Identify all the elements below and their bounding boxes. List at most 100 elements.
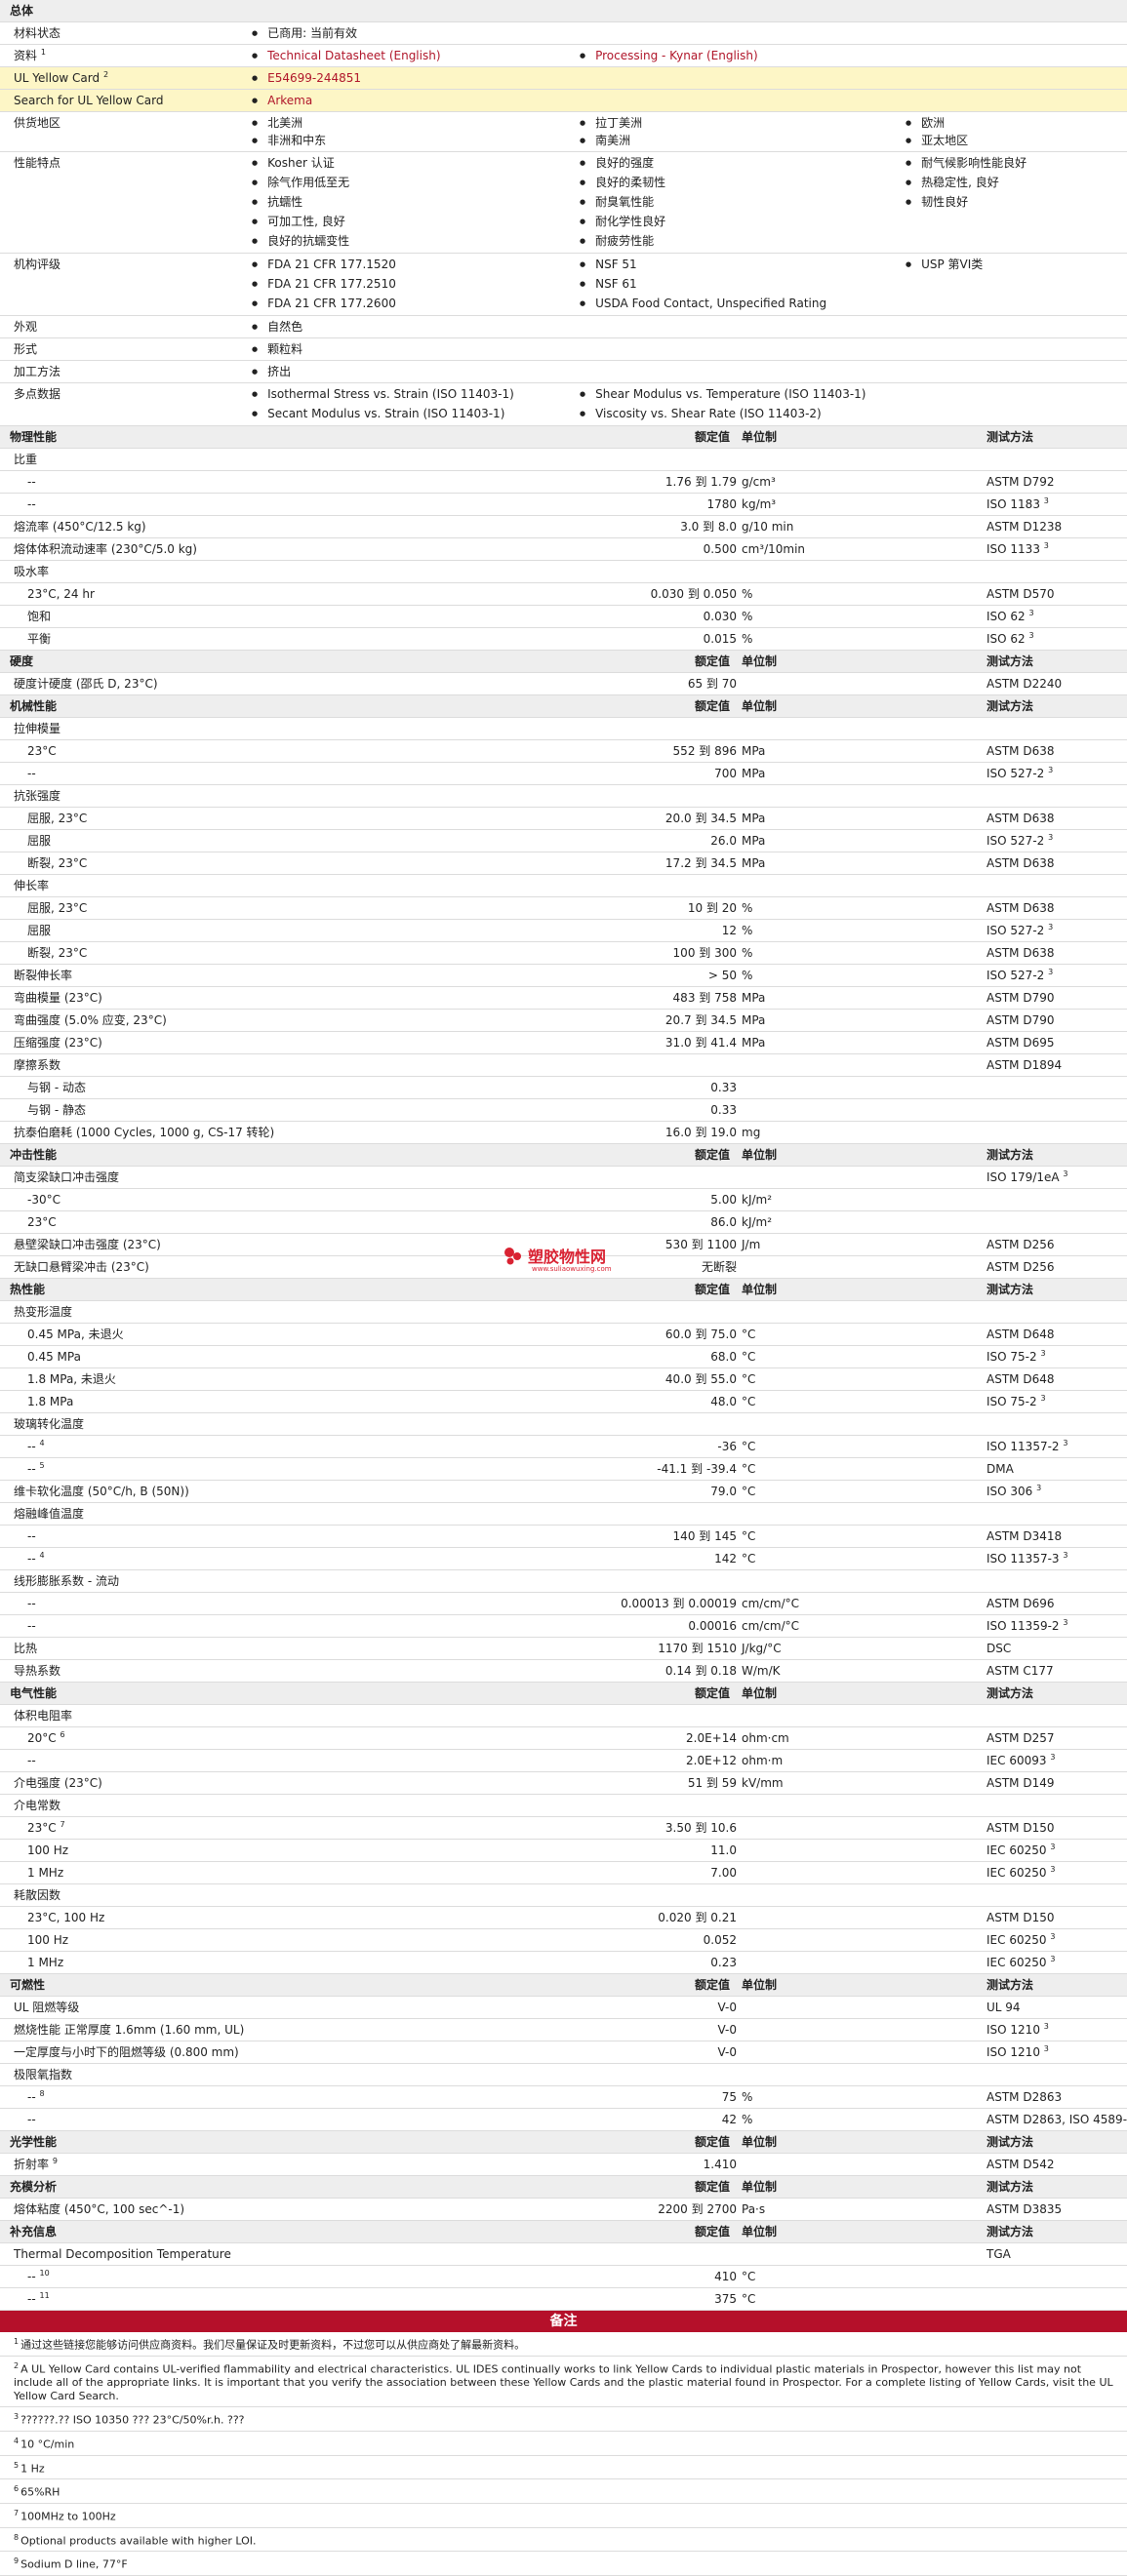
row-appearance: 外观 自然色 — [0, 316, 1127, 338]
group-row: 体积电阻率 — [0, 1705, 1127, 1727]
notes-list: 1 通过这些链接您能够访问供应商资料。我们尽量保证及时更新资料，不过您可以从供应商… — [0, 2332, 1127, 2576]
column-header-test: 测试方法 — [986, 1686, 1034, 1700]
label-text: 0.45 MPa — [27, 1350, 81, 1364]
table-row: 与钢 - 静态 0.33 — [0, 1099, 1127, 1122]
multipoint-link[interactable]: Isothermal Stress vs. Strain (ISO 11403-… — [252, 387, 514, 403]
nominal-value: -41.1 到 -39.4 — [657, 1462, 737, 1476]
footnote-ref: 5 — [39, 1461, 45, 1470]
supplier-link[interactable]: Arkema — [252, 94, 312, 109]
table-row: -- 140 到 145 °C ASTM D3418 — [0, 1526, 1127, 1548]
property-label: 耗散因数 — [14, 1888, 60, 1902]
property-label: 压缩强度 (23°C) — [14, 1036, 102, 1050]
list-item: 韧性良好 — [906, 195, 968, 211]
test-method: ASTM D256 — [986, 1238, 1054, 1251]
nominal-value: 10 到 20 — [687, 901, 737, 915]
unit: g/10 min — [742, 520, 794, 534]
footnote-ref: 3 — [1036, 1484, 1042, 1492]
section-header: 冲击性能 额定值 单位制 测试方法 — [0, 1144, 1127, 1167]
footnote-ref: 8 — [39, 2089, 45, 2098]
section-header: 物理性能 额定值 单位制 测试方法 — [0, 426, 1127, 449]
label-text: 电气性能 — [10, 1686, 58, 1700]
test-method: ISO 179/1eA 3 — [986, 1170, 1068, 1185]
column-header-unit: 单位制 — [742, 1283, 778, 1296]
column-header-test: 测试方法 — [986, 1148, 1034, 1162]
list-item: 良好的抗蠕变性 — [252, 234, 349, 250]
nominal-value: 375 — [714, 2292, 737, 2306]
table-row: 介电强度 (23°C) 51 到 59 kV/mm ASTM D149 — [0, 1772, 1127, 1795]
label-text: 屈服 — [27, 834, 52, 848]
property-label: 比重 — [14, 453, 37, 466]
test-method-text: ASTM D2863, ISO 4589-2 — [986, 2113, 1127, 2126]
test-method: ASTM D792 — [986, 475, 1054, 489]
unit: MPa — [742, 1013, 766, 1027]
column-header-value: 额定值 — [695, 430, 731, 444]
unit: J/m — [742, 1238, 761, 1251]
property-label: -- — [27, 2113, 36, 2126]
label-text: -- — [27, 1552, 36, 1565]
label-text: Thermal Decomposition Temperature — [14, 2247, 231, 2261]
label-text: 23°C, 24 hr — [27, 587, 95, 601]
nominal-value: 0.030 到 0.050 — [650, 587, 737, 601]
test-method: ISO 1210 3 — [986, 2045, 1049, 2060]
processing-guide-link[interactable]: Processing - Kynar (English) — [580, 49, 758, 64]
multipoint-link[interactable]: Secant Modulus vs. Strain (ISO 11403-1) — [252, 407, 504, 422]
label-text: 弯曲强度 (5.0% 应变, 23°C) — [14, 1013, 167, 1027]
table-row: -- 5 -41.1 到 -39.4 °C DMA — [0, 1458, 1127, 1481]
test-method-text: ISO 1133 — [986, 542, 1040, 556]
label-text: 体积电阻率 — [14, 1709, 73, 1723]
watermark-text: 塑胶物性网 — [528, 1248, 607, 1266]
nominal-value: 0.030 — [703, 610, 737, 623]
table-row: 比热 1170 到 1510 J/kg/°C DSC — [0, 1638, 1127, 1660]
yellow-card-link[interactable]: E54699-244851 — [252, 71, 361, 87]
test-method: IEC 60250 3 — [986, 1956, 1055, 1970]
test-method-text: IEC 60250 — [986, 1956, 1047, 1969]
multipoint-link[interactable]: Shear Modulus vs. Temperature (ISO 11403… — [580, 387, 865, 403]
test-method-text: ISO 179/1eA — [986, 1170, 1060, 1184]
column-header-value: 额定值 — [695, 2180, 731, 2194]
label-text: 断裂, 23°C — [27, 856, 88, 870]
label-text: -- — [27, 1619, 36, 1633]
multipoint-link[interactable]: Viscosity vs. Shear Rate (ISO 11403-2) — [580, 407, 822, 422]
nominal-value: 410 — [714, 2270, 737, 2283]
nominal-value: 483 到 758 — [672, 991, 737, 1005]
property-label: -- 8 — [27, 2089, 45, 2105]
note-item: 7 100MHz to 100Hz — [0, 2504, 1127, 2528]
unit: % — [742, 946, 753, 960]
table-row: -- 10 410 °C — [0, 2266, 1127, 2288]
nominal-value: 0.14 到 0.18 — [664, 1664, 737, 1678]
test-method: ISO 1183 3 — [986, 497, 1049, 512]
label-text: 压缩强度 (23°C) — [14, 1036, 102, 1050]
label-text: 资料 — [14, 49, 38, 62]
nominal-value: V-0 — [717, 2023, 737, 2037]
label-text: -- — [27, 2270, 36, 2283]
row-search-yellow-card: Search for UL Yellow Card Arkema — [0, 90, 1127, 112]
note-item: 4 10 °C/min — [0, 2432, 1127, 2456]
label-text: 热变形温度 — [14, 1305, 73, 1319]
nominal-value: 2.0E+12 — [686, 1754, 737, 1767]
test-method-text: ISO 62 — [986, 632, 1026, 646]
technical-datasheet-link[interactable]: Technical Datasheet (English) — [252, 49, 440, 64]
column-header-test: 测试方法 — [986, 654, 1034, 668]
property-label: 1.8 MPa — [27, 1395, 73, 1408]
property-label: -- — [27, 1619, 36, 1633]
table-row: 弯曲模量 (23°C) 483 到 758 MPa ASTM D790 — [0, 987, 1127, 1010]
unit: MPa — [742, 856, 766, 870]
label-text: 100 Hz — [27, 1843, 69, 1857]
test-method: ISO 527-2 3 — [986, 969, 1053, 983]
label-text: -30°C — [27, 1193, 60, 1207]
table-row: -- 4 -36 °C ISO 11357-2 3 — [0, 1436, 1127, 1458]
row-material-status: 材料状态 已商用: 当前有效 — [0, 22, 1127, 45]
test-method-text: ASTM D638 — [986, 744, 1055, 758]
test-method-text: UL 94 — [986, 2001, 1021, 2014]
section-title: 硬度 — [10, 654, 33, 668]
test-method: ASTM D150 — [986, 1821, 1054, 1835]
property-label: -- — [27, 1529, 36, 1543]
footnote-ref: 3 — [1048, 923, 1054, 931]
property-label: 20°C 6 — [27, 1731, 65, 1746]
property-label: 0.45 MPa — [27, 1350, 81, 1364]
note-number: 3 — [14, 2412, 20, 2422]
group-row: 伸长率 — [0, 875, 1127, 897]
property-label: 23°C, 24 hr — [27, 587, 95, 601]
test-method: ASTM D570 — [986, 587, 1054, 601]
table-row: 摩擦系数 ASTM D1894 — [0, 1054, 1127, 1077]
